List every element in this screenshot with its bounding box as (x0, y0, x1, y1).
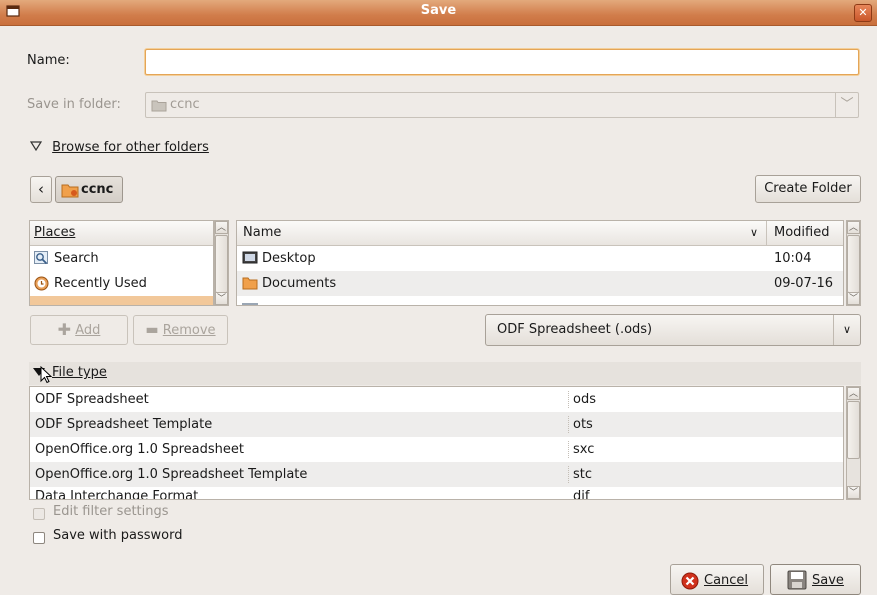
places-item-label: Search (54, 251, 99, 266)
name-label: Name: (27, 53, 70, 68)
file-type-name: ODF Spreadsheet (35, 392, 149, 407)
expander-triangle-icon (29, 140, 44, 155)
files-col-modified-header[interactable]: Modified (767, 221, 843, 246)
file-type-name: ODF Spreadsheet Template (35, 417, 213, 432)
file-type-expander[interactable]: File type (29, 362, 861, 385)
add-place-button[interactable]: ✚ Add (30, 315, 128, 345)
save-button[interactable]: Save (770, 564, 861, 595)
file-row-desktop[interactable]: Desktop 10:04 (237, 246, 843, 271)
file-type-row[interactable]: ODF Spreadsheet Template ots (30, 412, 843, 437)
file-modified: 10:04 (774, 251, 812, 266)
minus-icon: ▬ (145, 322, 159, 338)
places-header-label: Places (34, 225, 76, 240)
folder-icon (151, 98, 167, 112)
file-type-ext: dif (573, 489, 590, 500)
cancel-label: Cancel (704, 573, 749, 588)
places-scroll-thumb[interactable] (215, 235, 228, 293)
file-type-name: OpenOffice.org 1.0 Spreadsheet (35, 442, 244, 457)
browse-label: Browse for other folders (52, 140, 209, 155)
desktop-icon (242, 251, 258, 265)
file-name: Desktop (262, 251, 316, 266)
file-type-ext: stc (573, 467, 593, 482)
file-row-partial[interactable] (237, 296, 843, 305)
window-title: Save (420, 3, 457, 18)
file-type-name: OpenOffice.org 1.0 Spreadsheet Template (35, 467, 308, 482)
file-name: Documents (262, 276, 337, 291)
file-type-row[interactable]: OpenOffice.org 1.0 Spreadsheet sxc (30, 437, 843, 462)
file-type-row[interactable]: OpenOffice.org 1.0 Spreadsheet Template … (30, 462, 843, 487)
scroll-down-icon[interactable]: ﹀ (847, 486, 860, 499)
save-in-folder-label: Save in folder: (27, 97, 121, 112)
files-scrollbar[interactable]: ︿ ﹀ (846, 220, 861, 306)
file-type-scroll-thumb[interactable] (847, 401, 860, 459)
places-item-search[interactable]: Search (30, 246, 213, 271)
places-item-recently-used[interactable]: Recently Used (30, 271, 213, 296)
places-header[interactable]: Places (30, 221, 213, 246)
save-dialog: Save ✕ Name: Save in folder: ccnc ﹀ Brow… (0, 0, 877, 595)
create-folder-label: Create Folder (764, 181, 852, 196)
browse-expander[interactable]: Browse for other folders (29, 140, 209, 155)
scroll-up-icon[interactable]: ︿ (847, 387, 860, 400)
cancel-icon (681, 572, 699, 594)
name-input[interactable] (145, 49, 859, 75)
search-icon (34, 251, 49, 266)
file-row-documents[interactable]: Documents 09-07-16 (237, 271, 843, 296)
password-label: Save with password (53, 528, 183, 543)
path-back-button[interactable]: ‹ (30, 176, 52, 203)
file-type-row[interactable]: Data Interchange Format dif (30, 487, 843, 500)
file-filter-value: ODF Spreadsheet (.ods) (497, 322, 653, 337)
path-ccnc-label: ccnc (81, 182, 114, 197)
path-ccnc-button[interactable]: ccnc (55, 176, 123, 203)
scroll-up-icon[interactable]: ︿ (847, 221, 860, 234)
home-folder-icon (61, 182, 79, 198)
chevron-down-icon: ﹀ (835, 93, 858, 117)
save-in-folder-value: ccnc (170, 97, 200, 112)
add-place-label: Add (75, 323, 101, 338)
close-icon[interactable]: ✕ (854, 4, 872, 22)
files-col-name-label: Name (243, 225, 282, 240)
places-item-label: Recently Used (54, 276, 147, 291)
file-type-scrollbar[interactable]: ︿ ﹀ (846, 386, 861, 500)
remove-place-button[interactable]: ▬ Remove (133, 315, 228, 345)
title-bar: Save ✕ (0, 0, 877, 26)
files-col-modified-label: Modified (774, 225, 830, 240)
sort-chevron-down-icon: ∨ (749, 226, 758, 239)
plus-icon: ✚ (57, 320, 72, 339)
file-type-label: File type (52, 365, 107, 380)
scroll-down-icon[interactable]: ﹀ (847, 292, 860, 305)
create-folder-button[interactable]: Create Folder (755, 175, 861, 203)
places-scrollbar[interactable]: ︿ ﹀ (214, 220, 229, 306)
file-type-ext: sxc (573, 442, 595, 457)
file-type-ext: ots (573, 417, 593, 432)
places-pane: Places Search Recently Used (29, 220, 214, 306)
folder-icon (242, 276, 258, 290)
file-type-ext: ods (573, 392, 596, 407)
places-item-selected[interactable] (30, 296, 213, 305)
file-type-row[interactable]: ODF Spreadsheet ods (30, 387, 843, 412)
save-label: Save (812, 573, 844, 588)
files-col-name-header[interactable]: Name ∨ (237, 221, 767, 246)
password-checkbox[interactable] (33, 532, 45, 544)
remove-place-label: Remove (162, 323, 216, 338)
file-type-list: ODF Spreadsheet ods ODF Spreadsheet Temp… (29, 386, 844, 500)
files-pane: Name ∨ Modified Desktop 10:04 Documents … (236, 220, 844, 306)
recent-icon (34, 276, 49, 291)
cancel-button[interactable]: Cancel (670, 564, 764, 595)
file-filter-combo[interactable]: ODF Spreadsheet (.ods) ∨ (485, 314, 861, 346)
floppy-disk-icon (787, 570, 807, 594)
chevron-left-icon: ‹ (38, 180, 44, 198)
files-scroll-thumb[interactable] (847, 235, 860, 293)
file-modified: 09-07-16 (774, 276, 834, 291)
mouse-cursor-icon (40, 365, 53, 388)
save-in-folder-combo[interactable]: ccnc ﹀ (145, 92, 859, 118)
edit-filter-checkbox[interactable] (33, 508, 45, 520)
scroll-up-icon[interactable]: ︿ (215, 221, 228, 234)
scroll-down-icon[interactable]: ﹀ (215, 292, 228, 305)
file-type-name: Data Interchange Format (35, 489, 199, 500)
chevron-down-icon: ∨ (833, 315, 860, 345)
edit-filter-label: Edit filter settings (53, 504, 169, 519)
